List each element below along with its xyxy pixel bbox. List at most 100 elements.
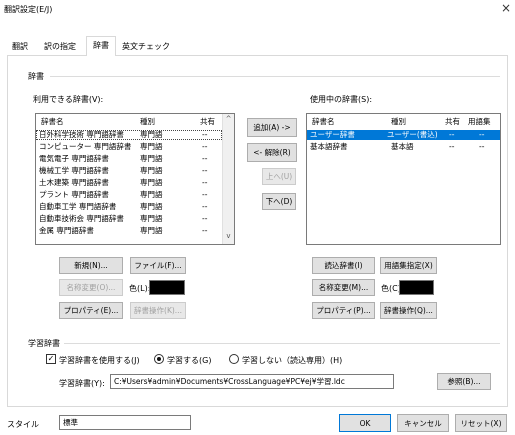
no-learn-radio[interactable]: [229, 354, 239, 364]
add-button[interactable]: 追加(A) ->: [247, 118, 297, 137]
dict-type: 専門語: [140, 130, 163, 139]
dict-type: 専門語: [140, 178, 163, 187]
dict-shared: --: [202, 166, 208, 175]
remove-button[interactable]: <- 解除(R): [247, 143, 297, 162]
column-header-name[interactable]: 辞書名: [41, 114, 64, 129]
dict-shared: --: [202, 202, 208, 211]
dict-name: 自動車技術会 専門語辞書: [39, 214, 124, 223]
dict-shared: --: [449, 142, 455, 151]
list-item[interactable]: 機械工学 専門語辞書 専門語 --: [36, 166, 222, 176]
new-button[interactable]: 新規(N)...: [59, 257, 123, 274]
color-label-left: 色(L):: [129, 284, 151, 293]
dict-shared: --: [202, 214, 208, 223]
list-item[interactable]: ユーザー辞書 ユーザー(書込) -- --: [307, 130, 500, 140]
cancel-button[interactable]: キャンセル: [397, 414, 449, 432]
column-header-type[interactable]: 種別: [391, 114, 406, 129]
rename-button-left[interactable]: 名称変更(O)...: [59, 279, 123, 296]
scrollbar[interactable]: ^ v: [222, 114, 234, 244]
column-header-shared[interactable]: 共有: [200, 114, 215, 129]
dict-name: プラント 専門語辞書: [39, 190, 109, 199]
dict-glossary: --: [479, 142, 485, 151]
use-learning-label[interactable]: 学習辞書を使用する(J): [59, 355, 140, 366]
dict-name: 電気電子 専門語辞書: [39, 154, 109, 163]
column-header-type[interactable]: 種別: [140, 114, 155, 129]
style-label: スタイル: [7, 420, 39, 429]
scroll-up-icon[interactable]: ^: [223, 115, 234, 123]
column-header-glossary[interactable]: 用語集: [468, 114, 491, 129]
dictionary-ops-button-left[interactable]: 辞書操作(K)...: [130, 302, 186, 319]
dict-name: 金属 専門語辞書: [39, 226, 94, 235]
list-item[interactable]: 電気電子 専門語辞書 専門語 --: [36, 154, 222, 164]
learning-path-input[interactable]: C:¥Users¥admin¥Documents¥CrossLanguage¥P…: [110, 374, 394, 389]
color-swatch-right[interactable]: [399, 280, 434, 295]
dict-type: 専門語: [140, 190, 163, 199]
reset-button[interactable]: リセット(X): [455, 414, 507, 432]
in-use-dictionaries-label: 使用中の辞書(S):: [310, 95, 373, 104]
tab-english-check[interactable]: 英文チェック: [120, 38, 172, 55]
dict-type: 専門語: [140, 166, 163, 175]
dictionary-group-label: 辞書: [28, 71, 48, 82]
dict-type: 専門語: [140, 142, 163, 151]
dict-glossary: --: [479, 130, 485, 139]
no-learn-radio-label[interactable]: 学習しない（読込専用）(H): [242, 355, 342, 366]
dict-type: 基本語: [391, 142, 414, 151]
ok-button[interactable]: OK: [339, 414, 391, 432]
tab-translation-spec[interactable]: 訳の指定: [35, 38, 85, 55]
dict-name: コンピューター 専門語辞書: [39, 142, 132, 151]
dict-type: 専門語: [140, 154, 163, 163]
column-header-shared[interactable]: 共有: [445, 114, 460, 129]
column-header-name[interactable]: 辞書名: [312, 114, 335, 129]
properties-button-right[interactable]: プロパティ(P)...: [312, 302, 375, 319]
list-item[interactable]: プラント 専門語辞書 専門語 --: [36, 190, 222, 200]
list-item[interactable]: 土木建築 専門語辞書 専門語 --: [36, 178, 222, 188]
learning-path-label: 学習辞書(Y):: [59, 379, 105, 388]
group-divider: [50, 76, 500, 77]
list-item[interactable]: コンピューター 専門語辞書 専門語 --: [36, 142, 222, 152]
dict-name: 機械工学 専門語辞書: [39, 166, 109, 175]
dictionary-ops-button-right[interactable]: 辞書操作(Q)...: [380, 302, 437, 319]
file-button[interactable]: ファイル(F)...: [130, 257, 186, 274]
window-title: 翻訳設定(E/J): [4, 5, 53, 14]
glossary-assign-button[interactable]: 用語集指定(X): [380, 257, 437, 274]
use-learning-checkbox[interactable]: ✓: [46, 354, 56, 364]
dict-type: 専門語: [140, 226, 163, 235]
dict-shared: --: [202, 190, 208, 199]
learn-radio[interactable]: [154, 354, 164, 364]
group-divider: [62, 343, 500, 344]
list-item[interactable]: 金属 専門語辞書 専門語 --: [36, 226, 222, 236]
move-up-button[interactable]: 上へ(U): [262, 168, 296, 185]
dict-shared: --: [202, 178, 208, 187]
close-icon[interactable]: ×: [498, 0, 514, 16]
learning-group-label: 学習辞書: [28, 338, 64, 349]
dict-shared: --: [449, 130, 455, 139]
dict-shared: --: [202, 142, 208, 151]
dict-name: 日外科学技術 専門語辞書: [39, 130, 124, 139]
style-select[interactable]: 標準: [59, 415, 191, 430]
color-swatch-left[interactable]: [149, 280, 185, 295]
list-item[interactable]: 自動車技術会 専門語辞書 専門語 --: [36, 214, 222, 224]
learn-radio-label[interactable]: 学習する(G): [167, 355, 211, 366]
dict-name: 基本語辞書: [310, 142, 348, 151]
dict-name: 自動車工学 専門語辞書: [39, 202, 117, 211]
dict-type: 専門語: [140, 214, 163, 223]
scroll-down-icon[interactable]: v: [223, 232, 234, 240]
dict-type: 専門語: [140, 202, 163, 211]
available-dictionary-list[interactable]: 辞書名 種別 共有 ^ v 日外科学技術 専門語辞書 専門語 -- コンピュータ…: [35, 113, 235, 245]
browse-button[interactable]: 参照(B)...: [437, 373, 491, 390]
tab-translate[interactable]: 翻訳: [9, 38, 31, 55]
dict-type: ユーザー(書込): [387, 130, 438, 139]
available-dictionaries-label: 利用できる辞書(V):: [33, 95, 104, 104]
move-down-button[interactable]: 下へ(D): [262, 193, 296, 210]
properties-button-left[interactable]: プロパティ(E)...: [59, 302, 123, 319]
dict-name: 土木建築 専門語辞書: [39, 178, 109, 187]
tab-dictionary[interactable]: 辞書: [86, 36, 116, 56]
readonly-dictionary-button[interactable]: 読込辞書(I): [312, 257, 375, 274]
list-item[interactable]: 基本語辞書 基本語 -- --: [307, 142, 500, 152]
dict-shared: --: [202, 226, 208, 235]
list-item[interactable]: 自動車工学 専門語辞書 専門語 --: [36, 202, 222, 212]
dict-name: ユーザー辞書: [310, 130, 355, 139]
in-use-dictionary-list[interactable]: 辞書名 種別 共有 用語集 ユーザー辞書 ユーザー(書込) -- -- 基本語辞…: [306, 113, 501, 245]
list-item[interactable]: 日外科学技術 専門語辞書 専門語 --: [36, 130, 222, 140]
dict-shared: --: [202, 154, 208, 163]
rename-button-right[interactable]: 名称変更(M)...: [312, 279, 375, 296]
